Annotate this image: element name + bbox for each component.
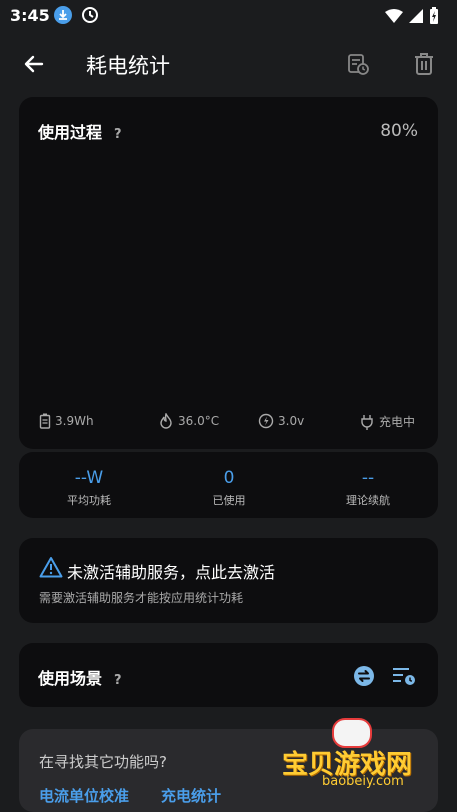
charging-stat: 充电中 <box>359 413 415 430</box>
temperature-stat: 36.0°C <box>158 413 219 429</box>
current-unit-calibration-link[interactable]: 电流单位校准 <box>39 785 129 806</box>
scene-title: 使用场景? <box>38 665 122 689</box>
download-icon <box>54 6 72 24</box>
metric-label: 已使用 <box>212 494 246 507</box>
switch-icon[interactable] <box>353 665 375 691</box>
status-bar: 3:45 <box>0 0 457 30</box>
page-title: 耗电统计 <box>86 54 170 78</box>
metric-value: -- <box>361 468 375 488</box>
scene-help-icon[interactable]: ? <box>114 673 122 688</box>
back-arrow-icon[interactable] <box>22 52 46 80</box>
more-features-question: 在寻找其它功能吗? <box>39 753 167 771</box>
battery-charging-icon <box>430 7 438 24</box>
voltage-value: 3.0v <box>278 414 305 428</box>
history-icon[interactable] <box>346 52 370 80</box>
status-time: 3:45 <box>10 6 50 25</box>
voltage-icon <box>258 413 274 429</box>
battery-percent: 80% <box>380 121 418 141</box>
metric-estimated-life: -- 理论续航 <box>308 468 428 508</box>
accessibility-warning-card[interactable]: 未激活辅助服务，点此去激活 需要激活辅助服务才能按应用统计功耗 <box>19 538 438 623</box>
charging-state: 充电中 <box>379 415 416 429</box>
metric-label: 理论续航 <box>346 494 390 507</box>
metric-label: 平均功耗 <box>67 494 111 507</box>
usage-title-label: 使用过程 <box>38 123 103 142</box>
app-bar: 耗电统计 <box>0 36 457 92</box>
energy-value: 3.9Wh <box>55 414 94 428</box>
metrics-card: --W 平均功耗 0 已使用 -- 理论续航 <box>19 452 438 518</box>
metric-used: 0 已使用 <box>169 468 289 508</box>
plug-icon <box>361 414 373 430</box>
warning-icon <box>39 556 63 582</box>
wifi-icon <box>385 8 403 23</box>
temperature-value: 36.0°C <box>178 414 220 428</box>
clock-icon <box>81 6 99 28</box>
scene-title-label: 使用场景 <box>38 669 103 688</box>
energy-stat: 3.9Wh <box>39 413 94 429</box>
usage-title: 使用过程? <box>38 119 122 143</box>
warning-subtitle: 需要激活辅助服务才能按应用统计功耗 <box>39 591 244 605</box>
delete-icon[interactable] <box>412 51 436 81</box>
flame-icon <box>160 413 172 429</box>
usage-card: 使用过程? 80% 3.9Wh 36.0°C 3.0v 充电中 <box>19 97 438 449</box>
metric-average-power: --W 平均功耗 <box>29 468 149 508</box>
watermark-url: baobeiy.com <box>322 774 404 789</box>
metric-value: --W <box>74 468 104 488</box>
usage-scene-card: 使用场景? <box>19 643 438 707</box>
signal-icon <box>409 8 423 23</box>
schedule-list-icon[interactable] <box>391 665 417 691</box>
voltage-stat: 3.0v <box>258 413 304 429</box>
status-icons <box>385 7 439 24</box>
metric-value: 0 <box>223 468 235 488</box>
charging-stats-link[interactable]: 充电统计 <box>161 785 221 806</box>
battery-icon <box>39 413 51 429</box>
warning-title: 未激活辅助服务，点此去激活 <box>67 563 276 582</box>
usage-help-icon[interactable]: ? <box>114 127 122 142</box>
